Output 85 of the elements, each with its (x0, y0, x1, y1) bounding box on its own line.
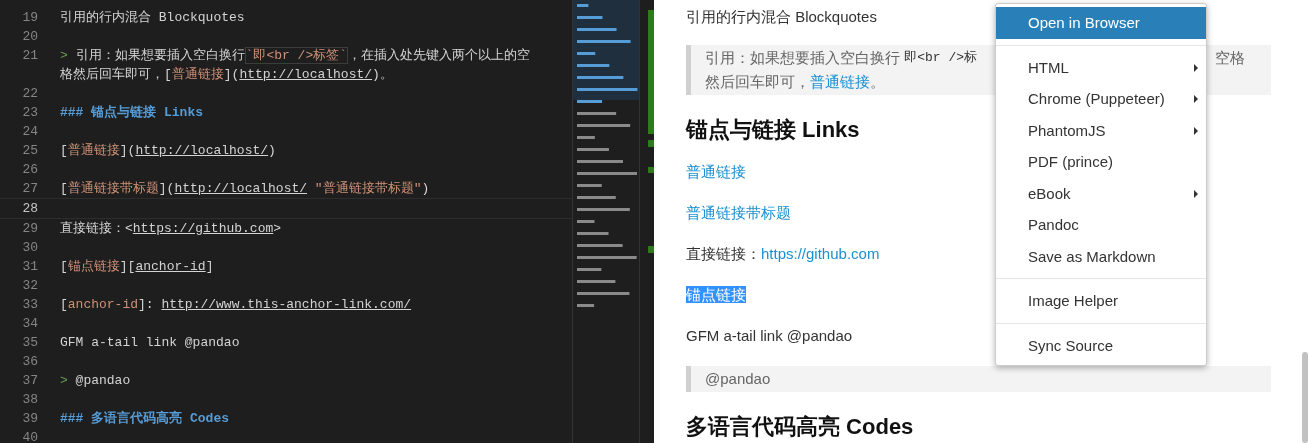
quote-text: 引用：如果想要插入空白换行 (705, 48, 901, 68)
code-text: ) (421, 180, 430, 196)
menu-item[interactable]: eBook (996, 177, 1206, 209)
paragraph-text: GFM a-tail link @pandao (686, 327, 853, 344)
section-heading: 锚点与链接 Links (686, 117, 860, 142)
line-number: 25 (21, 141, 38, 160)
link[interactable]: 普通链接带标题 (686, 204, 791, 221)
line-number: 21 (21, 46, 38, 65)
code-text: [ (60, 180, 68, 196)
line-number: 36 (21, 352, 38, 371)
url-text: http://www.this-anchor-link.com/ (161, 296, 412, 312)
link-text: anchor-id (67, 296, 139, 312)
paragraph-text: 直接链接： (686, 245, 761, 262)
link-text: "普通链接带标题" (313, 180, 422, 196)
line-number: 23 (21, 103, 38, 122)
code-text: ，在插入处先键入两个以上的空 (348, 47, 531, 63)
line-number: 24 (21, 122, 38, 141)
heading-syntax: ### 锚点与链接 Links (60, 104, 203, 120)
url-text: https://github.com (132, 220, 274, 236)
link[interactable]: https://github.com (761, 245, 880, 262)
menu-item[interactable]: Image Helper (996, 285, 1206, 317)
code-text: ] (205, 258, 214, 274)
line-number: 20 (21, 27, 38, 46)
menu-item[interactable]: Open in Browser (996, 7, 1206, 39)
link-text: 锚点链接 (67, 258, 120, 274)
code-text: )。 (372, 66, 393, 82)
menu-item[interactable]: Pandoc (996, 209, 1206, 241)
code-text: 格然后回车即可，[ (60, 66, 172, 82)
code-text: > (273, 220, 282, 236)
url-text: http://localhost/ (239, 66, 373, 82)
link-text: 普通链接 (67, 142, 120, 158)
link[interactable]: 普通链接 (686, 163, 746, 180)
code-text: [ (60, 296, 68, 312)
code-text: 引用：如果想要插入空白换行 (75, 47, 245, 63)
quote-marker: > (60, 47, 69, 63)
menu-item[interactable]: PDF (prince) (996, 146, 1206, 178)
quote-text: 然后回车即可， (705, 72, 810, 92)
quote-text: 空格 (1215, 48, 1245, 68)
line-number: 28 (21, 199, 38, 218)
code-text: 引用的行内混合 Blockquotes (60, 9, 245, 25)
line-number: 40 (21, 428, 38, 443)
quote-text: @pandao (705, 369, 771, 389)
menu-item[interactable]: Chrome (Puppeteer) (996, 83, 1206, 115)
heading-syntax: ### 多语言代码高亮 Codes (60, 410, 229, 426)
code-text: ) (268, 142, 276, 158)
menu-item[interactable]: Sync Source (996, 329, 1206, 361)
line-number: 39 (21, 409, 38, 428)
line-number: 35 (21, 333, 38, 352)
line-number: 22 (21, 84, 38, 103)
line-number: 31 (21, 257, 38, 276)
url-text: http://localhost/ (135, 142, 269, 158)
line-number: 30 (21, 238, 38, 257)
section-heading: 多语言代码高亮 Codes (686, 414, 914, 439)
line-number: 37 (21, 371, 38, 390)
link-text: 普通链接带标题 (67, 180, 159, 196)
line-number: 26 (21, 160, 38, 179)
url-text: anchor-id (135, 258, 206, 274)
line-number: 33 (21, 295, 38, 314)
scrollbar-thumb[interactable] (1302, 352, 1308, 443)
code-text: [ (60, 142, 68, 158)
code-text: ]( (119, 142, 136, 158)
code-text: ]( (223, 66, 240, 82)
link-text: 普通链接 (171, 66, 224, 82)
quote-text: 。 (870, 72, 885, 92)
code-text: @pandao (75, 372, 131, 388)
code-text: [ (60, 258, 68, 274)
code-text: ][ (119, 258, 136, 274)
code-text: ]( (158, 180, 175, 196)
code-text: GFM a-tail link @pandao (60, 334, 240, 350)
menu-item[interactable]: Save as Markdown (996, 240, 1206, 272)
menu-item[interactable]: PhantomJS (996, 114, 1206, 146)
inline-code: `即<br />标签` (244, 46, 349, 64)
line-number: 34 (21, 314, 38, 333)
line-number: 38 (21, 390, 38, 409)
line-number: 29 (21, 219, 38, 238)
line-number: 19 (21, 8, 38, 27)
inline-code: 即<br />标 (904, 49, 977, 67)
url-text: http://localhost/ (174, 180, 308, 196)
line-number: 27 (21, 179, 38, 198)
code-text: 直接链接：< (60, 220, 133, 236)
quote-marker: > (60, 372, 69, 388)
paragraph-text: 引用的行内混合 Blockquotes (686, 8, 877, 25)
code-text: ]: (138, 296, 155, 312)
menu-item[interactable]: HTML (996, 51, 1206, 83)
line-number: 32 (21, 276, 38, 295)
